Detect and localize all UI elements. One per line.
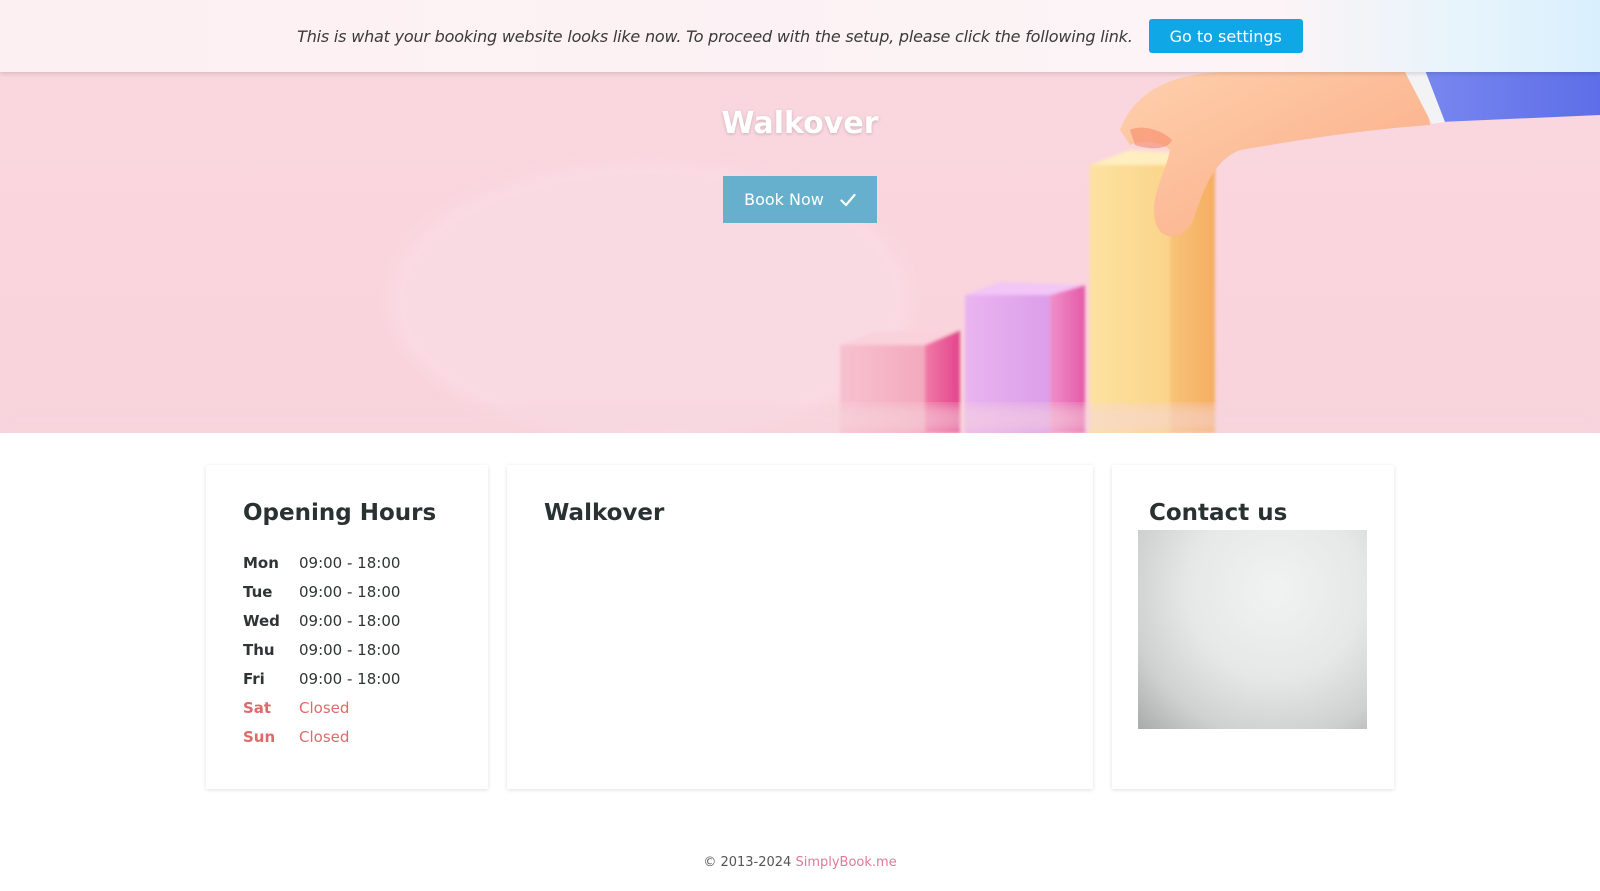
book-now-button[interactable]: Book Now: [723, 176, 877, 223]
footer-copyright: © 2013-2024: [703, 855, 792, 870]
hours-value: 09:00 - 18:00: [299, 611, 401, 630]
hours-row: Thu 09:00 - 18:00: [243, 635, 400, 664]
contact-card: Contact us: [1112, 465, 1394, 789]
opening-hours-title: Opening Hours: [243, 500, 437, 526]
hours-day: Thu: [243, 640, 275, 659]
book-now-label: Book Now: [744, 190, 824, 209]
opening-hours-table: Mon 09:00 - 18:00 Tue 09:00 - 18:00 Wed 09:00…: [243, 548, 400, 751]
hours-value: Closed: [299, 698, 350, 717]
hours-day: Mon: [243, 553, 279, 572]
hours-row: Sun Closed: [243, 722, 400, 751]
hours-row: Sat Closed: [243, 693, 400, 722]
hours-row: Fri 09:00 - 18:00: [243, 664, 400, 693]
footer: © 2013-2024 SimplyBook.me: [0, 855, 1600, 870]
hours-row: Mon 09:00 - 18:00: [243, 548, 400, 577]
opening-hours-card: Opening Hours Mon 09:00 - 18:00 Tue 09:00 -…: [206, 465, 488, 789]
simplybook-link[interactable]: SimplyBook.me: [795, 855, 896, 870]
hours-row: Wed 09:00 - 18:00: [243, 606, 400, 635]
hero-title: Walkover: [721, 106, 879, 141]
hours-row: Tue 09:00 - 18:00: [243, 577, 400, 606]
setup-message: This is what your booking website looks …: [297, 26, 1133, 46]
hours-value: Closed: [299, 727, 350, 746]
about-card: Walkover: [507, 465, 1093, 789]
check-icon: [840, 193, 856, 206]
hours-day: Tue: [243, 582, 273, 601]
hours-day: Wed: [243, 611, 280, 630]
contact-map-image[interactable]: [1138, 530, 1367, 729]
hours-day: Sat: [243, 698, 272, 717]
go-to-settings-button[interactable]: Go to settings: [1148, 19, 1303, 53]
hours-day: Fri: [243, 669, 265, 688]
hours-value: 09:00 - 18:00: [299, 553, 401, 572]
hours-value: 09:00 - 18:00: [299, 582, 401, 601]
about-title: Walkover: [544, 500, 665, 526]
contact-title: Contact us: [1149, 500, 1288, 526]
hours-value: 09:00 - 18:00: [299, 669, 401, 688]
setup-banner: This is what your booking website looks …: [0, 0, 1600, 72]
hours-value: 09:00 - 18:00: [299, 640, 401, 659]
hours-day: Sun: [243, 727, 276, 746]
